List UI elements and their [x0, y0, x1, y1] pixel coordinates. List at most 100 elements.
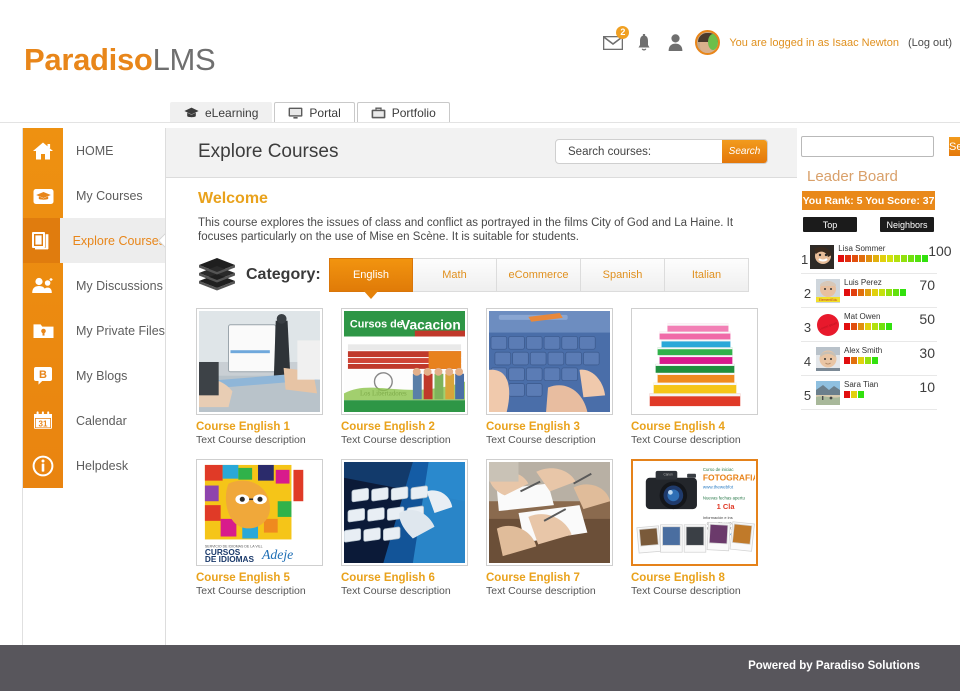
score-bar-segment [844, 289, 850, 296]
category-tab-ecommerce[interactable]: eCommerce [497, 258, 581, 292]
page-frame: HOME My Courses Explore Courses My Discu… [0, 123, 960, 645]
category-tab-italian[interactable]: Italian [665, 258, 749, 292]
leaderboard-row[interactable]: 1 Lisa Sommer 100 [801, 240, 952, 274]
course-thumbnail [486, 459, 613, 566]
category-tab-english[interactable]: English [329, 258, 413, 299]
leaderboard-score: 10 [919, 379, 935, 395]
sidebar-item-my-courses-label: My Courses [76, 188, 143, 203]
leaderboard-row[interactable]: 5 Sara Tian 10 [801, 376, 937, 410]
leaderboard-top-button[interactable]: Top [803, 217, 857, 232]
home-icon [23, 128, 63, 173]
svg-text:Cursos de: Cursos de [350, 319, 403, 331]
course-title: Course English 3 [486, 421, 580, 433]
score-bar-segment [880, 255, 887, 262]
score-bar-segment [858, 323, 864, 330]
sidebar-item-my-discussions[interactable]: My Discussions [23, 263, 165, 308]
course-card[interactable]: Course English 7 Text Course description [486, 459, 631, 597]
course-card[interactable]: Cursos de Vacacion Course English 2 Text… [341, 308, 486, 446]
course-card[interactable]: Curso de iniciac FOTOGRAFIA D www.theweb… [631, 459, 776, 597]
course-row-2: SERVICIO DE IDIOMAS DE LA VILL CURSOS DE… [196, 459, 776, 597]
category-label: Category: [246, 266, 321, 283]
tab-portal[interactable]: Portal [274, 102, 355, 123]
score-bar-segment [879, 289, 885, 296]
svg-text:Información e ins: Información e ins [703, 515, 733, 520]
score-bar-segment [894, 255, 901, 262]
sidebar-item-calendar-label: Calendar [76, 413, 127, 428]
course-description: Text Course description [196, 585, 306, 597]
welcome-body: This course explores the issues of class… [198, 217, 734, 243]
course-card[interactable]: Course English 4 Text Course description [631, 308, 776, 446]
messages-icon[interactable]: 2 [602, 25, 630, 54]
leaderboard-score-bar [844, 357, 919, 364]
score-bar-segment [866, 255, 873, 262]
score-bar-segment [851, 391, 857, 398]
course-thumbnail [341, 459, 468, 566]
sidebar-item-home[interactable]: HOME [23, 128, 165, 173]
course-card[interactable]: Course English 3 Text Course description [486, 308, 631, 446]
score-bar-segment [872, 357, 878, 364]
course-card[interactable]: Course English 6 Text Course description [341, 459, 486, 597]
sidebar-item-my-blogs[interactable]: B My Blogs [23, 353, 165, 398]
course-card[interactable]: SERVICIO DE IDIOMAS DE LA VILL CURSOS DE… [196, 459, 341, 597]
sidebar-item-helpdesk[interactable]: Helpdesk [23, 443, 165, 488]
user-avatar[interactable] [695, 30, 721, 55]
course-description: Text Course description [486, 585, 596, 597]
info-icon [23, 443, 63, 488]
search-input[interactable] [556, 145, 722, 158]
score-bar-segment [851, 323, 857, 330]
sidebar-item-explore-courses-label: Explore Courses [72, 233, 165, 248]
course-title: Course English 7 [486, 572, 580, 584]
leaderboard-entry-body: Luis Perez [844, 277, 919, 296]
sidebar-item-explore-courses[interactable]: Explore Courses [23, 218, 174, 263]
sidebar-item-my-courses[interactable]: My Courses [23, 173, 165, 218]
sidebar-item-home-label: HOME [76, 143, 114, 158]
svg-text:Curso de iniciac: Curso de iniciac [703, 467, 735, 472]
course-thumbnail [631, 308, 758, 415]
search-button[interactable]: Search [722, 140, 767, 163]
score-bar-segment [901, 255, 908, 262]
leaderboard-rank: 3 [803, 320, 812, 335]
sidebar-item-calendar[interactable]: 31 Calendar [23, 398, 165, 443]
leaderboard-row[interactable]: 4 Alex Smith 30 [801, 342, 937, 376]
logout-link[interactable]: (Log out) [908, 37, 952, 49]
course-card[interactable]: Course English 1 Text Course description [196, 308, 341, 446]
tab-portal-label: Portal [309, 106, 341, 120]
tab-portfolio[interactable]: Portfolio [356, 102, 450, 123]
sidebar-item-helpdesk-label: Helpdesk [76, 458, 129, 473]
sidebar-item-my-private-files[interactable]: My Private Files [23, 308, 165, 353]
leaderboard-filter-buttons: Top Neighbors [803, 217, 934, 232]
leaderboard-entry-body: Alex Smith [844, 345, 919, 364]
profile-person-icon[interactable] [664, 32, 686, 54]
svg-text:1 Cla: 1 Cla [717, 502, 736, 511]
leaderboard-score-bar [844, 323, 919, 330]
right-panel: Search Leader Board You Rank: 5 You Scor… [797, 128, 960, 645]
score-bar-segment [851, 357, 857, 364]
leaderboard-entry-body: Mat Owen [844, 311, 919, 330]
notifications-bell-icon[interactable] [633, 32, 655, 54]
brand-name-bold: Paradiso [24, 42, 153, 77]
global-search-box: Search [801, 136, 960, 157]
leaderboard-row[interactable]: 3 Lorem ipsum Mat Owen 50 [801, 308, 937, 342]
course-description: Text Course description [486, 434, 596, 446]
leaderboard-rank: 1 [801, 252, 809, 267]
books-stack-icon [196, 256, 238, 294]
global-search-input[interactable] [802, 137, 949, 156]
user-bar: 2 You are logged in as Isaac Newton (Log… [602, 25, 952, 55]
category-tab-spanish[interactable]: Spanish [581, 258, 665, 292]
briefcase-icon [371, 107, 386, 119]
svg-text:www.thewebfot: www.thewebfot [703, 484, 734, 489]
leaderboard-rank: 5 [803, 388, 812, 403]
leaderboard-player-name: Mat Owen [844, 312, 881, 321]
leaderboard-status-badge: You Rank: 5 You Score: 37 [802, 191, 935, 210]
leaderboard-row[interactable]: 2 ElementEdu Luis Perez 70 [801, 274, 937, 308]
score-bar-segment [893, 289, 899, 296]
tab-elearning[interactable]: eLearning [170, 102, 273, 123]
score-bar-segment [915, 255, 922, 262]
global-search-button[interactable]: Search [949, 137, 960, 156]
score-bar-segment [851, 289, 857, 296]
page-title: Explore Courses [198, 141, 339, 162]
brand-logo[interactable]: ParadisoLMS [24, 42, 216, 78]
category-tab-math[interactable]: Math [413, 258, 497, 292]
leaderboard-neighbors-button[interactable]: Neighbors [880, 217, 934, 232]
leaderboard-title: Leader Board [807, 168, 898, 185]
